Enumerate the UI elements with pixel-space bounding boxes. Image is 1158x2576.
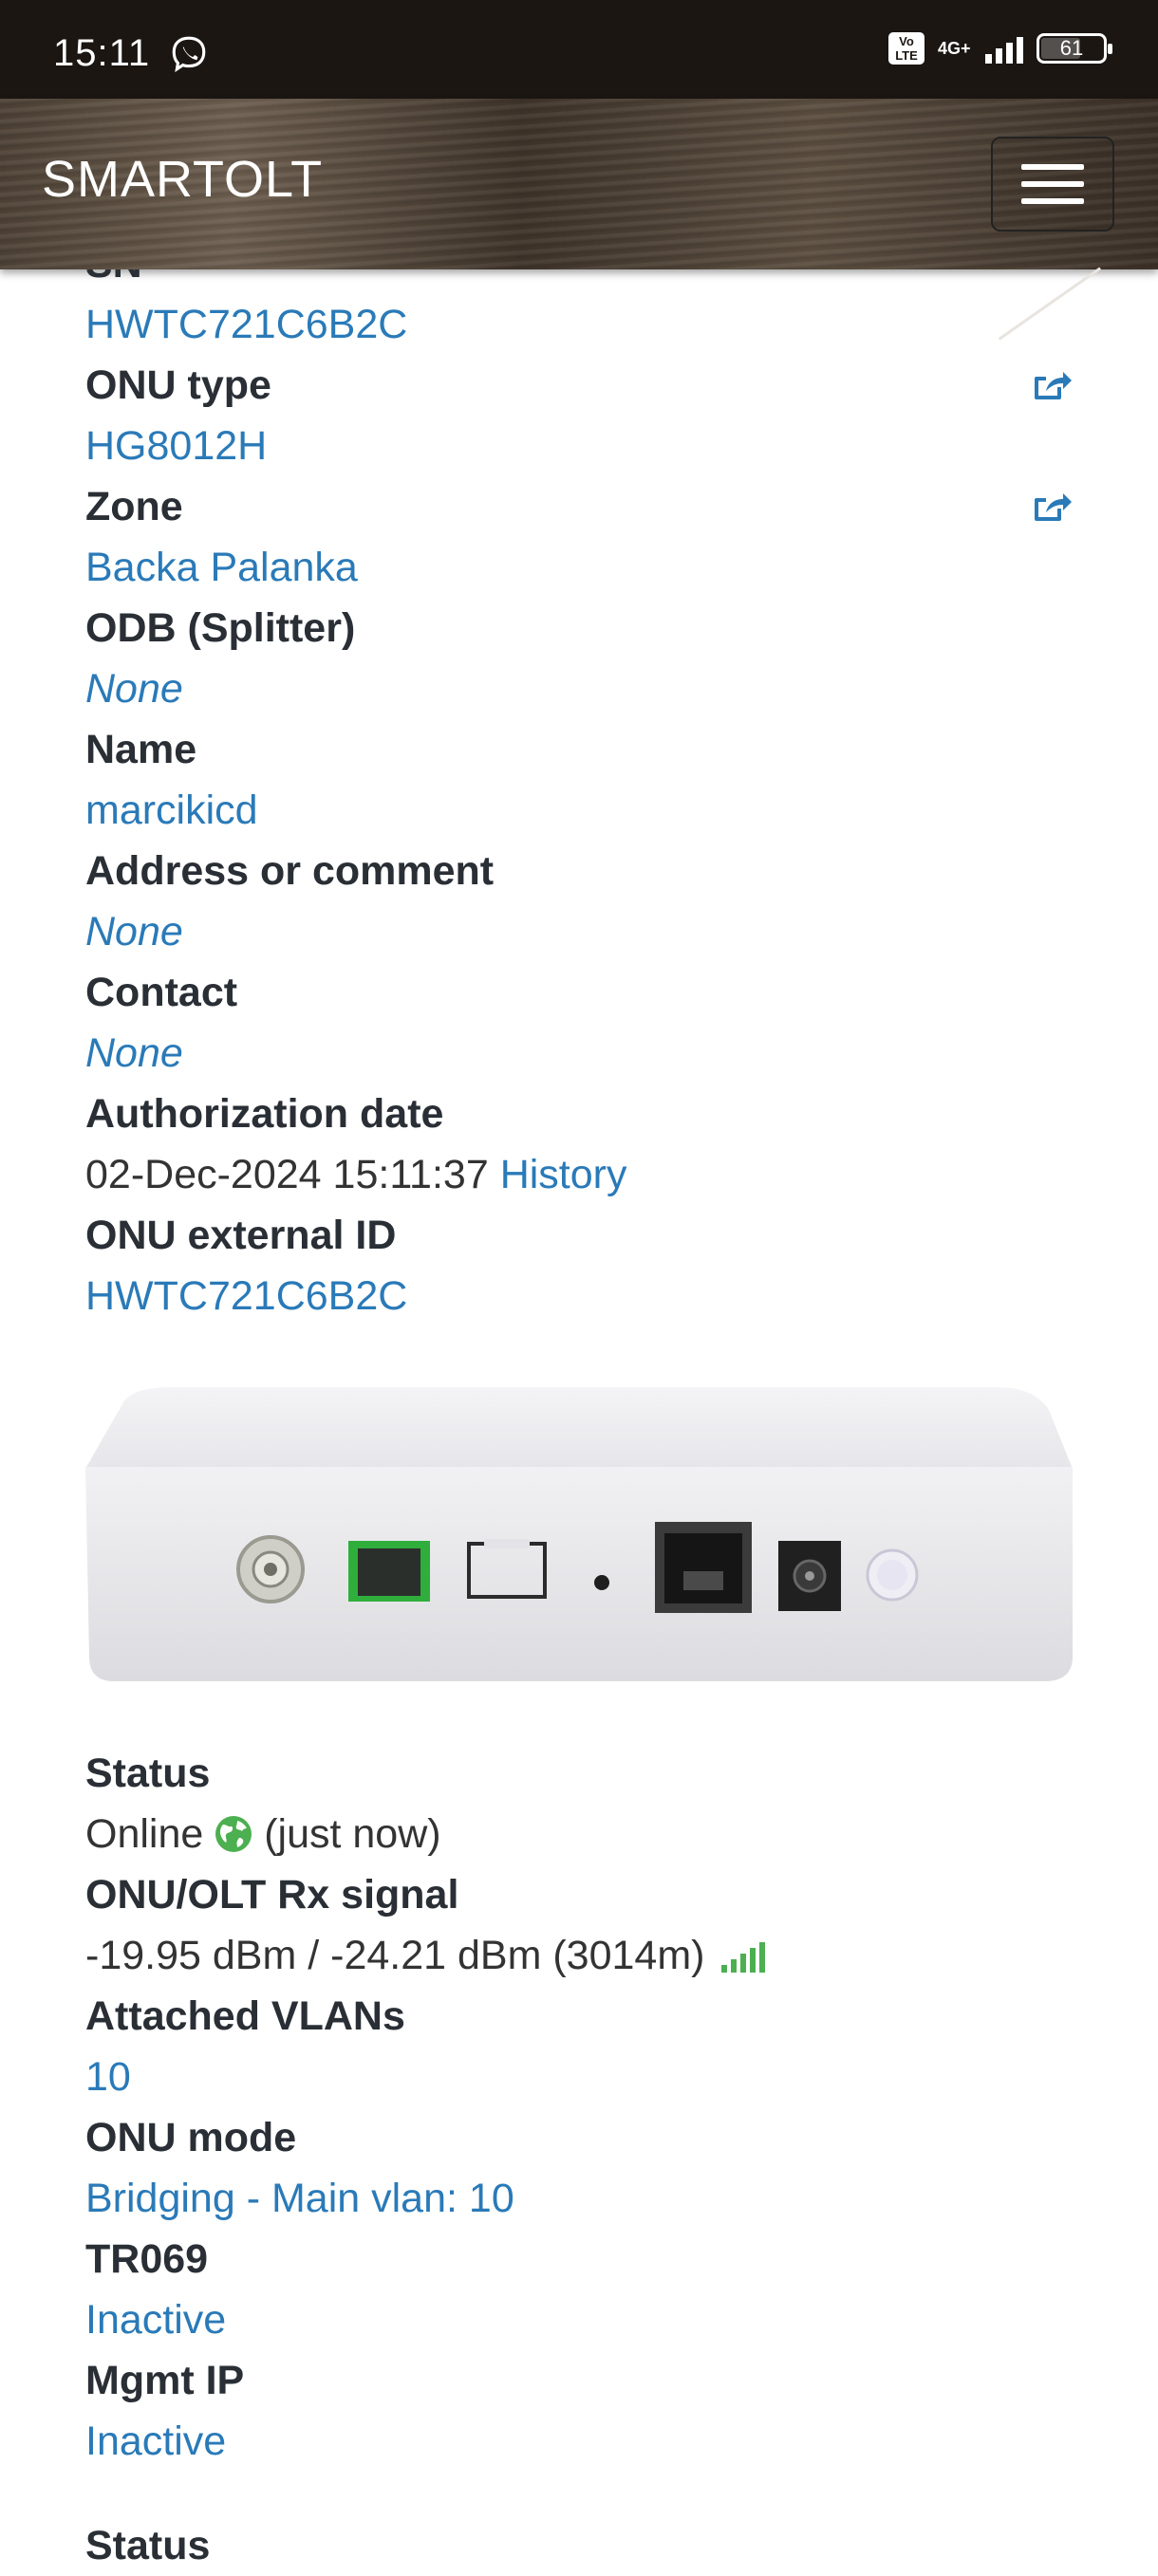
- zone-label: Zone: [85, 476, 1073, 537]
- signal-icon: [985, 33, 1023, 64]
- external-link-icon[interactable]: [1033, 368, 1073, 404]
- status-last-seen: (just now): [264, 1811, 441, 1857]
- address-value[interactable]: None: [85, 901, 1073, 962]
- network-type: 4G+: [938, 39, 971, 58]
- odb-label: ODB (Splitter): [85, 605, 356, 651]
- sn-label: SN: [85, 269, 142, 294]
- name-value[interactable]: marcikicd: [85, 780, 1073, 841]
- onu-mode-value[interactable]: Bridging - Main vlan: 10: [85, 2168, 1073, 2229]
- section-status-heading: Status: [85, 2523, 211, 2568]
- onu-type-value[interactable]: HG8012H: [85, 416, 1073, 476]
- system-status-bar: 15:11 Vo LTE 4G+ 61: [0, 0, 1158, 99]
- onu-type-label: ONU type: [85, 355, 1073, 416]
- auth-date-value: 02-Dec-2024 15:11:37: [85, 1152, 489, 1197]
- odb-value[interactable]: None: [85, 658, 1073, 719]
- rx-signal-label: ONU/OLT Rx signal: [85, 1872, 459, 1918]
- external-id-label: ONU external ID: [85, 1213, 397, 1258]
- mgmt-ip-value[interactable]: Inactive: [85, 2411, 1073, 2472]
- auth-date-row: 02-Dec-2024 15:11:37 History: [85, 1144, 1073, 1205]
- viber-icon: [172, 36, 206, 73]
- brand-logo[interactable]: SMARTOLT: [42, 150, 323, 209]
- hamburger-menu-icon[interactable]: [991, 137, 1114, 232]
- vlans-value[interactable]: 10: [85, 2047, 1073, 2107]
- tr069-value[interactable]: Inactive: [85, 2289, 1073, 2350]
- tr069-label: TR069: [85, 2236, 209, 2282]
- status-value: Online: [85, 1811, 204, 1857]
- status-row: Online (just now): [85, 1804, 1073, 1864]
- external-link-icon[interactable]: [1033, 490, 1073, 526]
- vlans-label: Attached VLANs: [85, 1993, 405, 2039]
- contact-value[interactable]: None: [85, 1023, 1073, 1084]
- battery-level: 61: [1059, 36, 1084, 60]
- onu-mode-label: ONU mode: [85, 2115, 297, 2160]
- volte-icon: Vo LTE: [888, 32, 925, 65]
- auth-date-label: Authorization date: [85, 1091, 444, 1137]
- zone-value[interactable]: Backa Palanka: [85, 537, 1073, 598]
- globe-icon: [215, 1816, 252, 1852]
- sn-label-cut: SN: [85, 269, 1073, 294]
- app-header: SMARTOLT: [0, 99, 1158, 269]
- battery-icon: 61: [1037, 33, 1112, 64]
- onu-device-image: [85, 1387, 1073, 1681]
- onu-details: SN HWTC721C6B2C ONU type HG8012H Zone Ba…: [85, 269, 1073, 2576]
- clock: 15:11: [53, 32, 151, 74]
- sn-value[interactable]: HWTC721C6B2C: [85, 294, 1073, 355]
- name-label: Name: [85, 727, 197, 772]
- external-id-value[interactable]: HWTC721C6B2C: [85, 1266, 1073, 1326]
- status-label: Status: [85, 1751, 211, 1796]
- rx-signal-value: -19.95 dBm / -24.21 dBm (3014m): [85, 1933, 705, 1978]
- history-link[interactable]: History: [500, 1152, 627, 1197]
- rx-signal-row: -19.95 dBm / -24.21 dBm (3014m): [85, 1925, 1073, 1986]
- signal-strength-icon: [721, 1940, 766, 1973]
- address-label: Address or comment: [85, 848, 495, 894]
- contact-label: Contact: [85, 970, 238, 1015]
- mgmt-ip-label: Mgmt IP: [85, 2358, 245, 2403]
